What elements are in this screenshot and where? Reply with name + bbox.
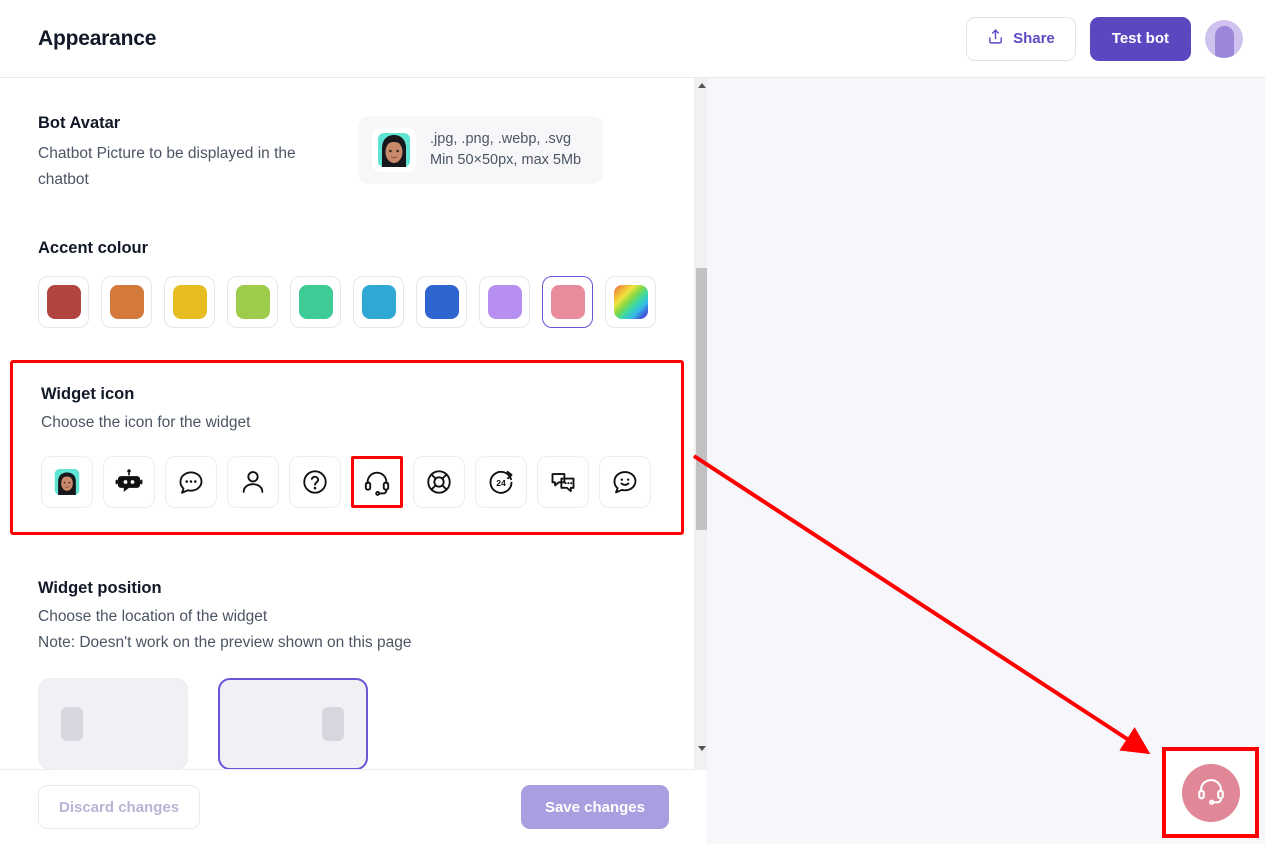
accent-swatch-chip: [613, 285, 648, 319]
widget-icon-option-chat-bubble-dots[interactable]: [165, 456, 217, 508]
widget-position-card-left[interactable]: [38, 678, 188, 769]
question-mark-circle-icon: [301, 468, 329, 496]
accent-swatch-chip: [487, 285, 522, 319]
widget-icon-title: Widget icon: [41, 385, 135, 403]
appearance-settings-page: Appearance Share Test bot Bot Avatar Cha…: [0, 0, 1265, 844]
widget-position-description-1: Choose the location of the widget: [38, 608, 268, 625]
24-hours-icon: 24: [487, 468, 515, 496]
accent-colour-swatches: [38, 276, 656, 328]
svg-text:24: 24: [496, 478, 506, 488]
person-icon: [239, 468, 267, 496]
test-bot-button[interactable]: Test bot: [1089, 16, 1191, 61]
accent-swatch-brick-red[interactable]: [38, 276, 89, 328]
share-button[interactable]: Share: [966, 16, 1076, 61]
accent-swatch-chip: [172, 285, 207, 319]
widget-icon-option-headset[interactable]: [351, 456, 403, 508]
widget-position-section: Widget position Choose the location of t…: [38, 579, 656, 769]
widget-icon-option-smiley-face[interactable]: [599, 456, 651, 508]
widget-position-option-left[interactable]: Left: [38, 678, 188, 769]
accent-swatch-chip: [361, 285, 396, 319]
accent-swatch-pink[interactable]: [542, 276, 593, 328]
avatar[interactable]: [1205, 19, 1243, 58]
headset-icon: [363, 468, 391, 496]
widget-icon-option-24-hours[interactable]: 24: [475, 456, 527, 508]
page-title: Appearance: [38, 26, 157, 50]
settings-content: Bot Avatar Chatbot Picture to be display…: [0, 78, 694, 769]
widget-placeholder-left: [61, 707, 83, 741]
widget-position-options: Left Right: [38, 678, 656, 769]
widget-position-option-right[interactable]: Right: [218, 678, 368, 769]
avatar-silhouette: [1214, 25, 1234, 58]
share-button-label: Share: [1013, 30, 1055, 47]
accent-swatch-blue[interactable]: [416, 276, 467, 328]
accent-swatch-rainbow[interactable]: [605, 276, 656, 328]
accent-swatch-lime-green[interactable]: [227, 276, 278, 328]
headset-icon: [1196, 775, 1226, 810]
settings-scroll-area[interactable]: Bot Avatar Chatbot Picture to be display…: [0, 78, 694, 770]
accent-swatch-chip: [109, 285, 144, 319]
widget-preview-panel: [707, 78, 1265, 844]
settings-column: Bot Avatar Chatbot Picture to be display…: [0, 78, 707, 844]
accent-swatch-orange[interactable]: [101, 276, 152, 328]
save-changes-button[interactable]: Save changes: [520, 785, 669, 829]
accent-swatch-chip: [46, 285, 81, 319]
accent-swatch-teal-green[interactable]: [290, 276, 341, 328]
chat-bubble-dots-icon: [177, 468, 205, 496]
scrollbar-thumb[interactable]: [696, 268, 707, 530]
double-chat-bubble-icon: [549, 468, 577, 496]
widget-icon-option-double-chat-bubble[interactable]: [537, 456, 589, 508]
bot-avatar-title: Bot Avatar: [38, 114, 121, 132]
avatar-photo-icon: [52, 467, 82, 497]
bot-avatar-thumbnail: [372, 128, 416, 172]
accent-swatch-chip: [550, 285, 585, 319]
widget-icon-option-question-mark-circle[interactable]: [289, 456, 341, 508]
share-upload-icon: [987, 28, 1004, 49]
accent-swatch-chip: [235, 285, 270, 319]
widget-icon-section: Widget icon Choose the icon for the widg…: [10, 360, 684, 535]
widget-placeholder-right: [322, 707, 344, 741]
widget-icon-option-lifebuoy[interactable]: [413, 456, 465, 508]
accent-swatch-chip: [298, 285, 333, 319]
settings-scrollbar[interactable]: [694, 78, 707, 770]
robot-icon: [115, 468, 143, 496]
accent-swatch-cyan-blue[interactable]: [353, 276, 404, 328]
header-actions: Share Test bot: [966, 16, 1243, 61]
lifebuoy-icon: [425, 468, 453, 496]
preview-fab-highlight: [1162, 747, 1259, 838]
widget-icon-option-person[interactable]: [227, 456, 279, 508]
smiley-face-icon: [611, 468, 639, 496]
widget-position-title: Widget position: [38, 579, 162, 597]
bot-avatar-upload-meta: .jpg, .png, .webp, .svg Min 50×50px, max…: [430, 129, 581, 171]
upload-limits: Min 50×50px, max 5Mb: [430, 152, 582, 168]
upload-formats: .jpg, .png, .webp, .svg: [430, 131, 572, 147]
page-header: Appearance Share Test bot: [0, 0, 1265, 78]
widget-icon-options: 24: [41, 456, 653, 508]
widget-icon-option-robot[interactable]: [103, 456, 155, 508]
accent-colour-title: Accent colour: [38, 239, 149, 257]
accent-colour-section: Accent colour: [38, 239, 656, 328]
bot-avatar-description: Chatbot Picture to be displayed in the c…: [38, 145, 296, 188]
bot-avatar-section: Bot Avatar Chatbot Picture to be display…: [38, 114, 656, 193]
accent-swatch-yellow[interactable]: [164, 276, 215, 328]
page-body: Bot Avatar Chatbot Picture to be display…: [0, 78, 1265, 844]
discard-changes-button[interactable]: Discard changes: [38, 785, 201, 829]
widget-position-card-right[interactable]: [218, 678, 368, 769]
accent-swatch-chip: [424, 285, 459, 319]
settings-scroll-wrapper: Bot Avatar Chatbot Picture to be display…: [0, 78, 707, 770]
preview-chat-fab[interactable]: [1181, 763, 1240, 822]
bot-avatar-text: Bot Avatar Chatbot Picture to be display…: [38, 114, 338, 193]
widget-icon-description: Choose the icon for the widget: [41, 414, 251, 431]
widget-position-description-2: Note: Doesn't work on the preview shown …: [38, 634, 412, 651]
bot-avatar-upload-box[interactable]: .jpg, .png, .webp, .svg Min 50×50px, max…: [358, 116, 604, 184]
settings-footer: Discard changes Save changes: [0, 770, 707, 844]
accent-swatch-lavender[interactable]: [479, 276, 530, 328]
widget-icon-option-avatar-photo[interactable]: [41, 456, 93, 508]
